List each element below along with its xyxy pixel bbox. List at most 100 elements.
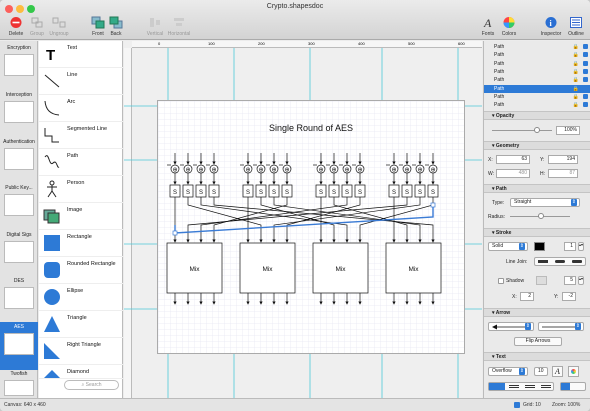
zoom-readout[interactable]: Zoom: 100%	[552, 402, 580, 408]
outline-button[interactable]: Outline	[562, 16, 590, 37]
lock-icon[interactable]: 🔒	[573, 93, 579, 101]
inspector-button[interactable]: i Inspector	[537, 16, 565, 37]
lock-icon[interactable]: 🔒	[573, 60, 579, 68]
geometry-section-header[interactable]: ▾ Geometry	[484, 141, 590, 150]
geometry-h-field[interactable]: 87	[548, 169, 578, 178]
lock-icon[interactable]: 🔒	[573, 76, 579, 84]
arrow-end-select[interactable]: ⇕	[538, 322, 584, 331]
stroke-width-field[interactable]: 1	[564, 242, 576, 251]
opacity-section-header[interactable]: ▾ Opacity	[484, 111, 590, 120]
path-section-header[interactable]: ▾ Path	[484, 184, 590, 193]
layer-row[interactable]: Path 🔒	[484, 101, 590, 109]
stroke-style-select[interactable]: Solid ⇕	[488, 242, 528, 251]
shadow-color-well[interactable]	[536, 276, 547, 285]
text-vertical-align-control[interactable]	[560, 382, 586, 391]
miter-join-icon[interactable]	[538, 260, 548, 263]
shadow-blur-field[interactable]: 5	[564, 276, 576, 285]
document-canvas[interactable]: Single Round of AES ⊕ S ⊕ S ⊕ S ⊕ S ⊕ S ⊕ S ⊕ S ⊕ S ⊕ S ⊕ S…	[157, 100, 465, 354]
section-digital-sigs[interactable]: Digital Sigs	[0, 230, 38, 282]
visibility-checkbox[interactable]	[583, 93, 588, 99]
visibility-checkbox[interactable]	[583, 77, 588, 83]
shadow-blur-stepper[interactable]: ▴▾	[578, 276, 584, 285]
flip-arrows-button[interactable]: Flip Arrows	[514, 337, 562, 346]
shape-right-triangle[interactable]: Right Triangle	[39, 338, 123, 365]
layer-label: Path	[494, 77, 505, 84]
section-des[interactable]: DES	[0, 276, 38, 328]
layer-row[interactable]: Path 🔒	[484, 76, 590, 84]
align-horizontal-button[interactable]: Horizontal	[165, 16, 193, 37]
geometry-title: Geometry	[495, 143, 520, 149]
colors-button[interactable]: Colors	[495, 16, 523, 37]
shape-text[interactable]: T Text	[39, 41, 123, 68]
opacity-slider[interactable]	[492, 130, 552, 131]
lock-icon[interactable]: 🔒	[573, 101, 579, 109]
text-section-header[interactable]: ▾ Text	[484, 352, 590, 361]
opacity-field[interactable]: 100%	[556, 126, 580, 135]
text-font-icon[interactable]: A	[552, 366, 563, 377]
visibility-checkbox[interactable]	[583, 60, 588, 66]
back-button[interactable]: Back	[102, 16, 130, 37]
align-justify-icon[interactable]	[541, 385, 551, 388]
shadow-y-field[interactable]: -2	[562, 292, 576, 301]
stroke-section-header[interactable]: ▾ Stroke	[484, 228, 590, 237]
arrow-section-header[interactable]: ▾ Arrow	[484, 308, 590, 317]
layer-row[interactable]: Path 🔒	[484, 43, 590, 51]
path-type-select[interactable]: Straight ⇕	[510, 198, 580, 207]
visibility-checkbox[interactable]	[583, 85, 588, 91]
stroke-width-stepper[interactable]: ▴▾	[578, 242, 584, 251]
stroke-color-well[interactable]	[534, 242, 545, 251]
layer-row[interactable]: Path 🔒	[484, 93, 590, 101]
text-overflow-select[interactable]: Overflow ⇕	[488, 367, 528, 376]
shape-rounded-rectangle[interactable]: Rounded Rectangle	[39, 257, 123, 284]
round-join-icon[interactable]	[555, 260, 565, 263]
section-encryption[interactable]: Encryption	[0, 43, 38, 95]
geometry-w-field[interactable]: 480	[496, 169, 530, 178]
ungroup-button[interactable]: Ungroup	[45, 16, 73, 37]
shape-path[interactable]: Path	[39, 149, 123, 176]
shadow-x-field[interactable]: 2	[520, 292, 534, 301]
arrow-start-select[interactable]: ⇕	[488, 322, 534, 331]
section-interception[interactable]: Interception	[0, 90, 38, 142]
visibility-checkbox[interactable]	[583, 44, 588, 49]
geometry-x-field[interactable]: 63	[496, 155, 530, 164]
bevel-join-icon[interactable]	[572, 260, 582, 263]
shape-arc[interactable]: Arc	[39, 95, 123, 122]
shape-rectangle[interactable]: Rectangle	[39, 230, 123, 257]
text-color-well[interactable]	[568, 366, 579, 377]
section-authentication[interactable]: Authentication	[0, 137, 38, 189]
layer-row[interactable]: Path 🔒	[484, 68, 590, 76]
align-right-icon[interactable]	[525, 385, 535, 388]
align-left-icon[interactable]	[489, 383, 505, 390]
section-aes[interactable]: AES	[0, 322, 38, 370]
opacity-slider-knob[interactable]	[534, 127, 540, 133]
radius-slider-knob[interactable]	[538, 213, 544, 219]
lock-icon[interactable]: 🔒	[573, 51, 579, 59]
align-center-icon[interactable]	[509, 385, 519, 388]
shape-line[interactable]: Line	[39, 68, 123, 95]
layer-row[interactable]: Path 🔒	[484, 51, 590, 59]
layer-row[interactable]: Path 🔒	[484, 60, 590, 68]
lock-icon[interactable]: 🔒	[573, 43, 579, 51]
shape-diamond[interactable]: Diamond	[39, 365, 123, 379]
text-alignment-control[interactable]	[488, 382, 554, 391]
shape-triangle[interactable]: Triangle	[39, 311, 123, 338]
grid-checkbox[interactable]	[514, 402, 520, 408]
lock-icon[interactable]: 🔒	[573, 85, 579, 93]
shape-segmented-line[interactable]: Segmented Line	[39, 122, 123, 149]
line-join-segmented-control[interactable]	[534, 257, 586, 266]
geometry-y-field[interactable]: 194	[548, 155, 578, 164]
visibility-checkbox[interactable]	[583, 68, 588, 74]
visibility-checkbox[interactable]	[583, 102, 588, 108]
shape-person[interactable]: Person	[39, 176, 123, 203]
text-size-select[interactable]: 10	[534, 367, 548, 376]
shape-ellipse[interactable]: Ellipse	[39, 284, 123, 311]
inspector-panel: Path 🔒 Path 🔒 Path 🔒 Path 🔒 Path 🔒 Path 🔒 Path 🔒 Path 🔒…	[483, 41, 590, 398]
valign-top-icon[interactable]	[561, 383, 570, 390]
layer-row[interactable]: Path 🔒	[484, 84, 590, 93]
shape-image[interactable]: Image	[39, 203, 123, 230]
shadow-checkbox[interactable]	[498, 278, 504, 284]
search-field[interactable]: ⌕ Search	[64, 380, 119, 390]
lock-icon[interactable]: 🔒	[573, 68, 579, 76]
visibility-checkbox[interactable]	[583, 52, 588, 58]
section-public-key[interactable]: Public Key...	[0, 183, 38, 235]
